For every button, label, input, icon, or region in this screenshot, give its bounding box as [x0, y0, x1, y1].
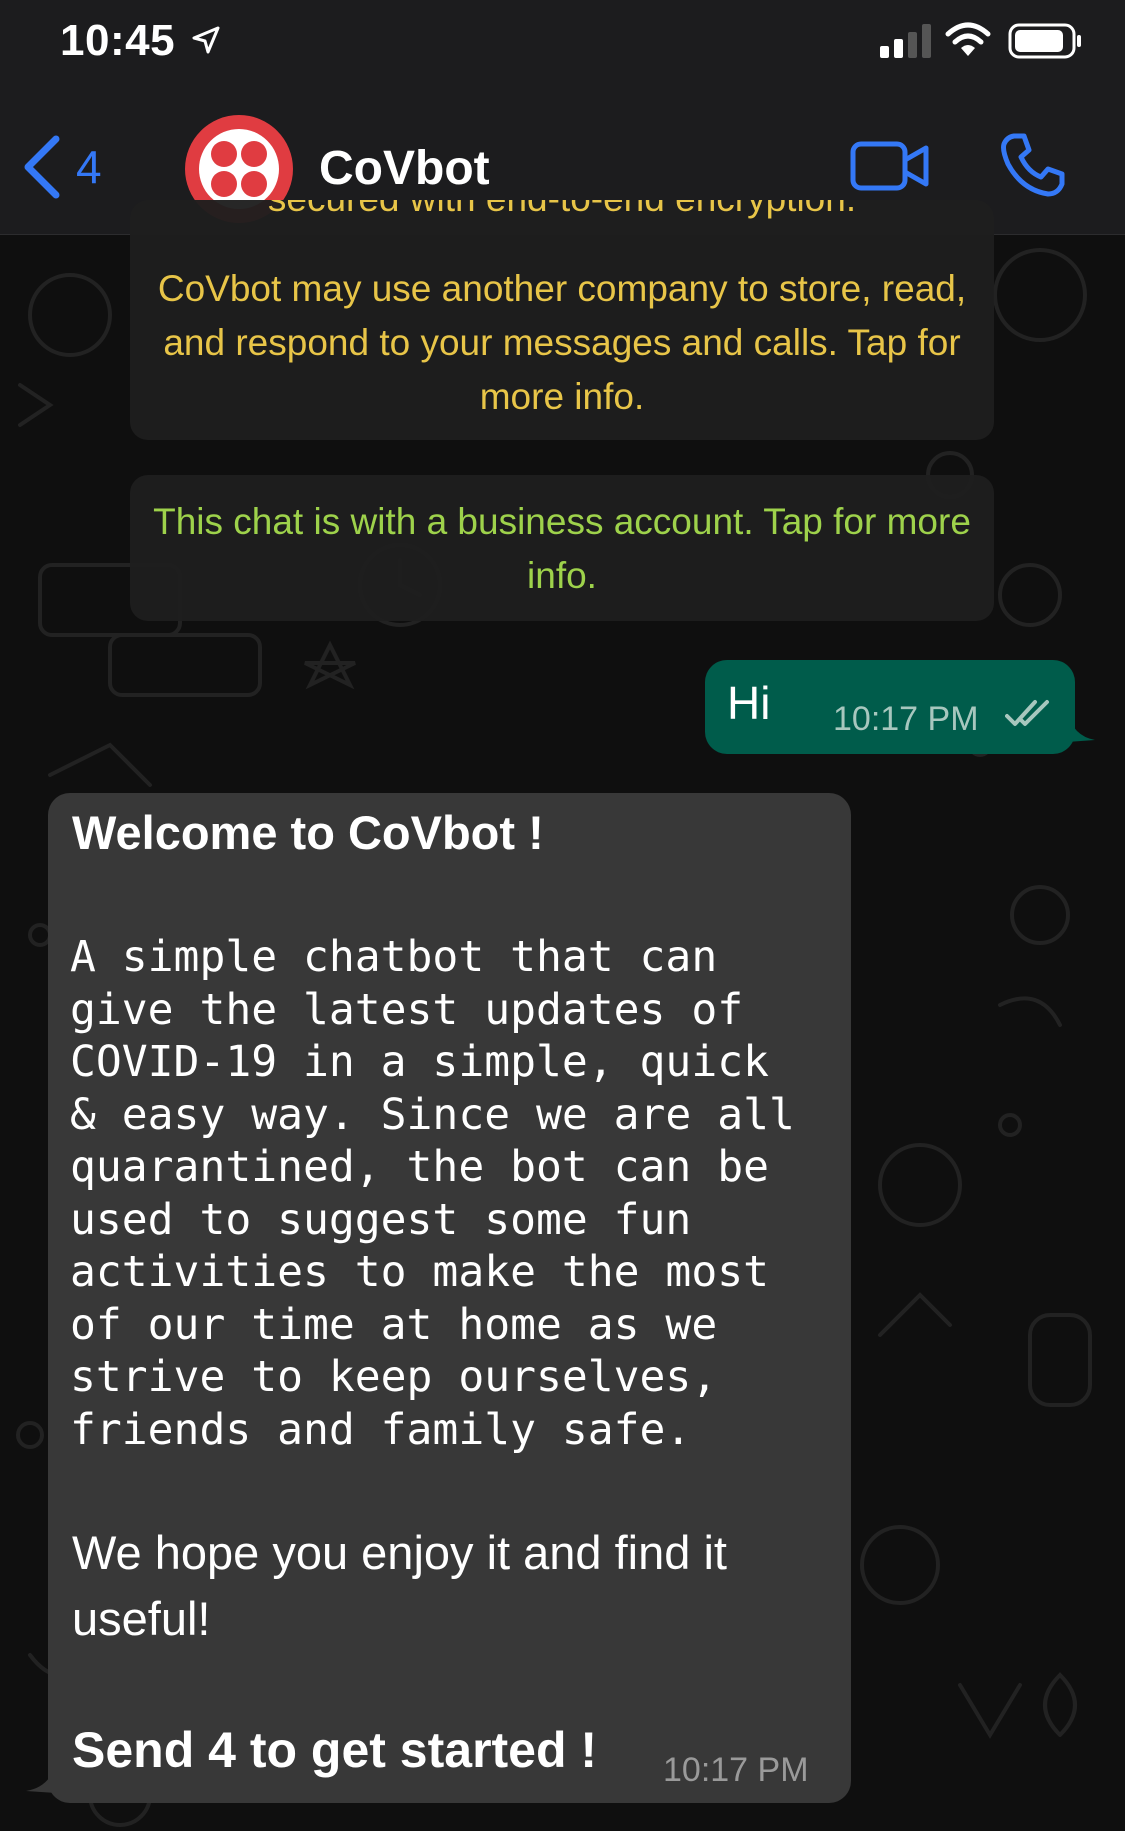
encryption-notice-cut: secured with end-to-end encryption.	[130, 200, 994, 248]
status-time: 10:45	[60, 16, 176, 65]
message-text: Hi	[727, 677, 771, 729]
location-arrow-icon	[192, 26, 220, 54]
closing-text: We hope you enjoy it and find it useful!	[72, 1526, 727, 1645]
cellular-signal-icon	[880, 24, 931, 58]
video-call-icon[interactable]	[850, 138, 930, 194]
encryption-notice[interactable]: secured with end-to-end encryption. CoVb…	[130, 200, 994, 440]
welcome-title: Welcome to CoVbot !	[72, 806, 544, 859]
business-notice-text: This chat is with a business account. Ta…	[153, 501, 971, 596]
call-to-action: Send 4 to get started !	[72, 1722, 598, 1778]
encryption-notice-text: CoVbot may use another company to store,…	[157, 268, 967, 417]
contact-name[interactable]: CoVbot	[319, 141, 490, 196]
status-bar: 10:45	[0, 0, 1125, 96]
unread-count: 4	[76, 141, 102, 193]
message-time: 10:17 PM	[663, 1751, 809, 1789]
bubble-tail	[26, 1763, 56, 1793]
phone-call-icon[interactable]	[1000, 132, 1066, 198]
business-account-notice[interactable]: This chat is with a business account. Ta…	[130, 475, 994, 621]
incoming-message[interactable]: Welcome to CoVbot ! A simple chatbot tha…	[26, 793, 851, 1803]
read-receipt-icon	[1005, 700, 1049, 726]
outgoing-message[interactable]: Hi 10:17 PM	[705, 660, 1095, 754]
back-button[interactable]: 4	[22, 132, 132, 202]
chevron-left-icon	[24, 135, 60, 199]
battery-icon	[1008, 23, 1081, 59]
bubble-tail	[1067, 712, 1095, 742]
message-time: 10:17 PM	[833, 700, 979, 738]
bot-description: A simple chatbot that can give the lates…	[70, 932, 795, 1455]
wifi-icon	[945, 22, 991, 56]
